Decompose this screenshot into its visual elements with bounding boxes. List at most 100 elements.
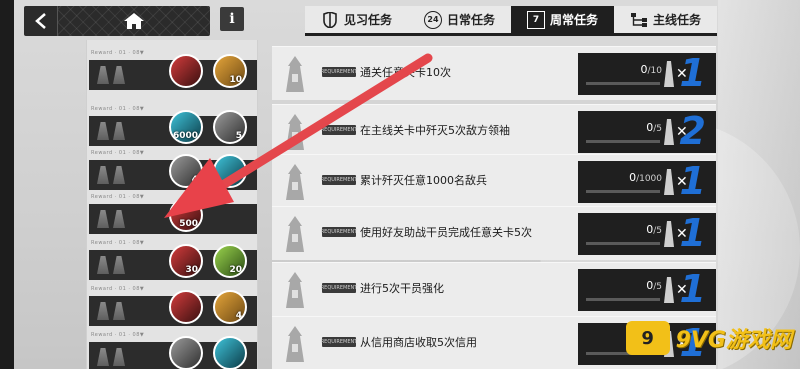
operator-silhouette-icon	[113, 210, 125, 228]
times-icon: ✕	[676, 124, 688, 140]
reward-item[interactable]	[169, 290, 203, 324]
mission-tabs: 见习任务 24 日常任务 7 周常任务 主线任务	[305, 6, 717, 36]
reward-tag: Reward · 01 · 08▼	[91, 150, 145, 156]
operator-silhouette-icon	[97, 66, 109, 84]
progress-value: 0/5	[646, 121, 662, 134]
tower-emblem-icon	[272, 105, 318, 159]
operator-silhouette-icon	[97, 256, 109, 274]
tab-mainline[interactable]: 主线任务	[614, 6, 717, 33]
reward-count: 4	[191, 175, 198, 185]
mission-row[interactable]: REQUIREMENT 进行5次干员强化 0/5 1 ✕	[272, 262, 716, 316]
home-icon	[124, 13, 144, 29]
mission-row[interactable]: REQUIREMENT 在主线关卡中歼灭5次敌方领袖 0/5 2 ✕	[272, 104, 716, 158]
operator-silhouette-icon	[97, 302, 109, 320]
operator-piece-icon	[664, 61, 674, 87]
reward-tag: Reward · 01 · 08▼	[91, 240, 145, 246]
reward-item[interactable]: 20	[213, 244, 247, 278]
progress-value: 0/5	[646, 279, 662, 292]
mission-description: 进行5次干员强化	[360, 282, 444, 295]
mission-description: 使用好友助战干员完成任意关卡5次	[360, 226, 532, 239]
reward-list: Reward · 01 · 08▼ 10 Reward · 01 · 08▼ 6000…	[86, 40, 258, 369]
requirement-badge: REQUIREMENT	[320, 337, 358, 347]
reward-item[interactable]	[213, 154, 247, 188]
reward-count: 10	[229, 75, 242, 85]
reward-row	[89, 336, 257, 369]
operator-piece-icon	[664, 221, 674, 247]
home-button[interactable]	[58, 6, 210, 36]
mission-progress-panel: 0/5 2 ✕	[578, 109, 716, 153]
progress-total: /5	[653, 282, 662, 292]
tab-weekly[interactable]: 7 周常任务	[511, 6, 614, 33]
reward-multiplier: 1 ✕	[664, 211, 706, 255]
progress-total: /5	[653, 226, 662, 236]
operator-silhouette-icon	[113, 166, 125, 184]
operator-silhouette-icon	[113, 66, 125, 84]
reward-count: 500	[179, 219, 198, 229]
watermark-logo: 9	[625, 321, 670, 355]
reward-item[interactable]: 500	[169, 198, 203, 232]
requirement-badge: REQUIREMENT	[320, 125, 358, 135]
operator-silhouette-icon	[113, 256, 125, 274]
watermark: 9 9VG游戏网	[625, 321, 792, 355]
info-button[interactable]: i	[220, 7, 244, 31]
operator-silhouette-icon	[97, 166, 109, 184]
daily-24-icon: 24	[423, 10, 442, 29]
progress-bar	[586, 242, 660, 245]
operator-silhouette-icon	[97, 348, 109, 366]
info-icon: i	[229, 11, 235, 27]
progress-value: 0/5	[646, 223, 662, 236]
progress-total: /5	[653, 124, 662, 134]
reward-item[interactable]	[213, 336, 247, 369]
right-panel-decor	[718, 0, 800, 369]
operator-piece-icon	[664, 277, 674, 303]
times-icon: ✕	[676, 282, 688, 298]
reward-count: 30	[185, 265, 198, 275]
reward-row: 10	[89, 54, 257, 90]
reward-row: 500	[89, 198, 257, 234]
reward-multiplier: 2 ✕	[664, 109, 706, 153]
reward-item[interactable]: 4	[169, 154, 203, 188]
requirement-badge: REQUIREMENT	[320, 283, 358, 293]
tab-label: 见习任务	[343, 13, 392, 27]
mission-row[interactable]: REQUIREMENT 使用好友助战干员完成任意关卡5次 0/5 1 ✕	[272, 206, 716, 260]
tab-label: 日常任务	[446, 13, 495, 27]
operator-silhouette-icon	[113, 348, 125, 366]
reward-count: 4	[235, 311, 242, 321]
mission-row[interactable]: REQUIREMENT 通关任意关卡10次 0/10 1 ✕	[272, 46, 716, 100]
top-nav-bar	[24, 6, 210, 36]
reward-item[interactable]	[169, 336, 203, 369]
operator-silhouette-icon	[113, 122, 125, 140]
progress-total: /10	[647, 66, 662, 76]
requirement-badge: REQUIREMENT	[320, 67, 358, 77]
tower-emblem-icon	[272, 207, 318, 261]
reward-row: 30 20	[89, 244, 257, 280]
progress-total: /1000	[636, 174, 662, 184]
reward-item[interactable]: 4	[213, 290, 247, 324]
progress-current: 0	[629, 171, 637, 184]
operator-silhouette-icon	[97, 122, 109, 140]
mission-description: 累计歼灭任意1000名敌兵	[360, 174, 487, 187]
reward-count: 6000	[172, 131, 198, 141]
tab-trainee[interactable]: 见习任务	[305, 6, 408, 33]
operator-silhouette-icon	[97, 210, 109, 228]
mission-description: 通关任意关卡10次	[360, 66, 451, 79]
reward-item[interactable]: 10	[213, 54, 247, 88]
progress-bar	[586, 190, 660, 193]
reward-tag: Reward · 01 · 08▼	[91, 106, 145, 112]
tower-emblem-icon	[272, 263, 318, 317]
reward-item[interactable]: 6000	[169, 110, 203, 144]
progress-value: 0/1000	[629, 171, 662, 184]
reward-item[interactable]: 30	[169, 244, 203, 278]
reward-item[interactable]	[169, 54, 203, 88]
mission-row[interactable]: REQUIREMENT 累计歼灭任意1000名敌兵 0/1000 1 ✕	[272, 154, 716, 208]
tab-daily[interactable]: 24 日常任务	[408, 6, 511, 33]
reward-item[interactable]: 5	[213, 110, 247, 144]
trainee-icon	[321, 11, 339, 29]
reward-multiplier: 1 ✕	[664, 51, 706, 95]
mission-description: 在主线关卡中歼灭5次敌方领袖	[360, 124, 510, 137]
weekly-calendar-icon: 7	[526, 10, 545, 29]
left-edge	[0, 0, 14, 369]
back-button[interactable]	[24, 6, 58, 36]
operator-piece-icon	[664, 119, 674, 145]
mission-description: 从信用商店收取5次信用	[360, 336, 477, 349]
